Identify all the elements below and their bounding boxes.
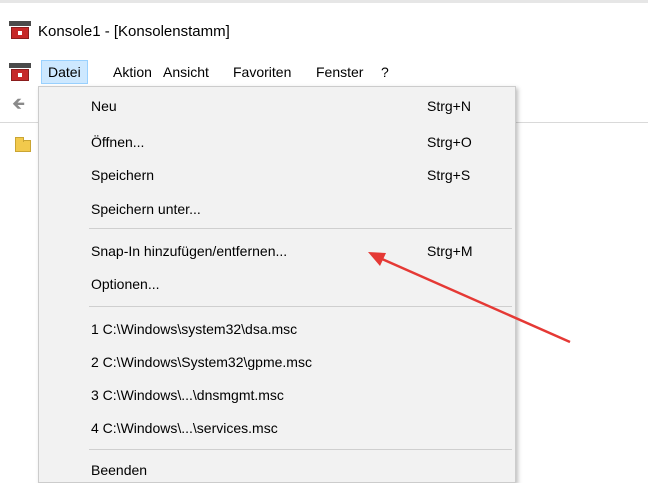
annotation-arrow-line <box>381 257 571 344</box>
annotation-arrow <box>368 252 571 344</box>
